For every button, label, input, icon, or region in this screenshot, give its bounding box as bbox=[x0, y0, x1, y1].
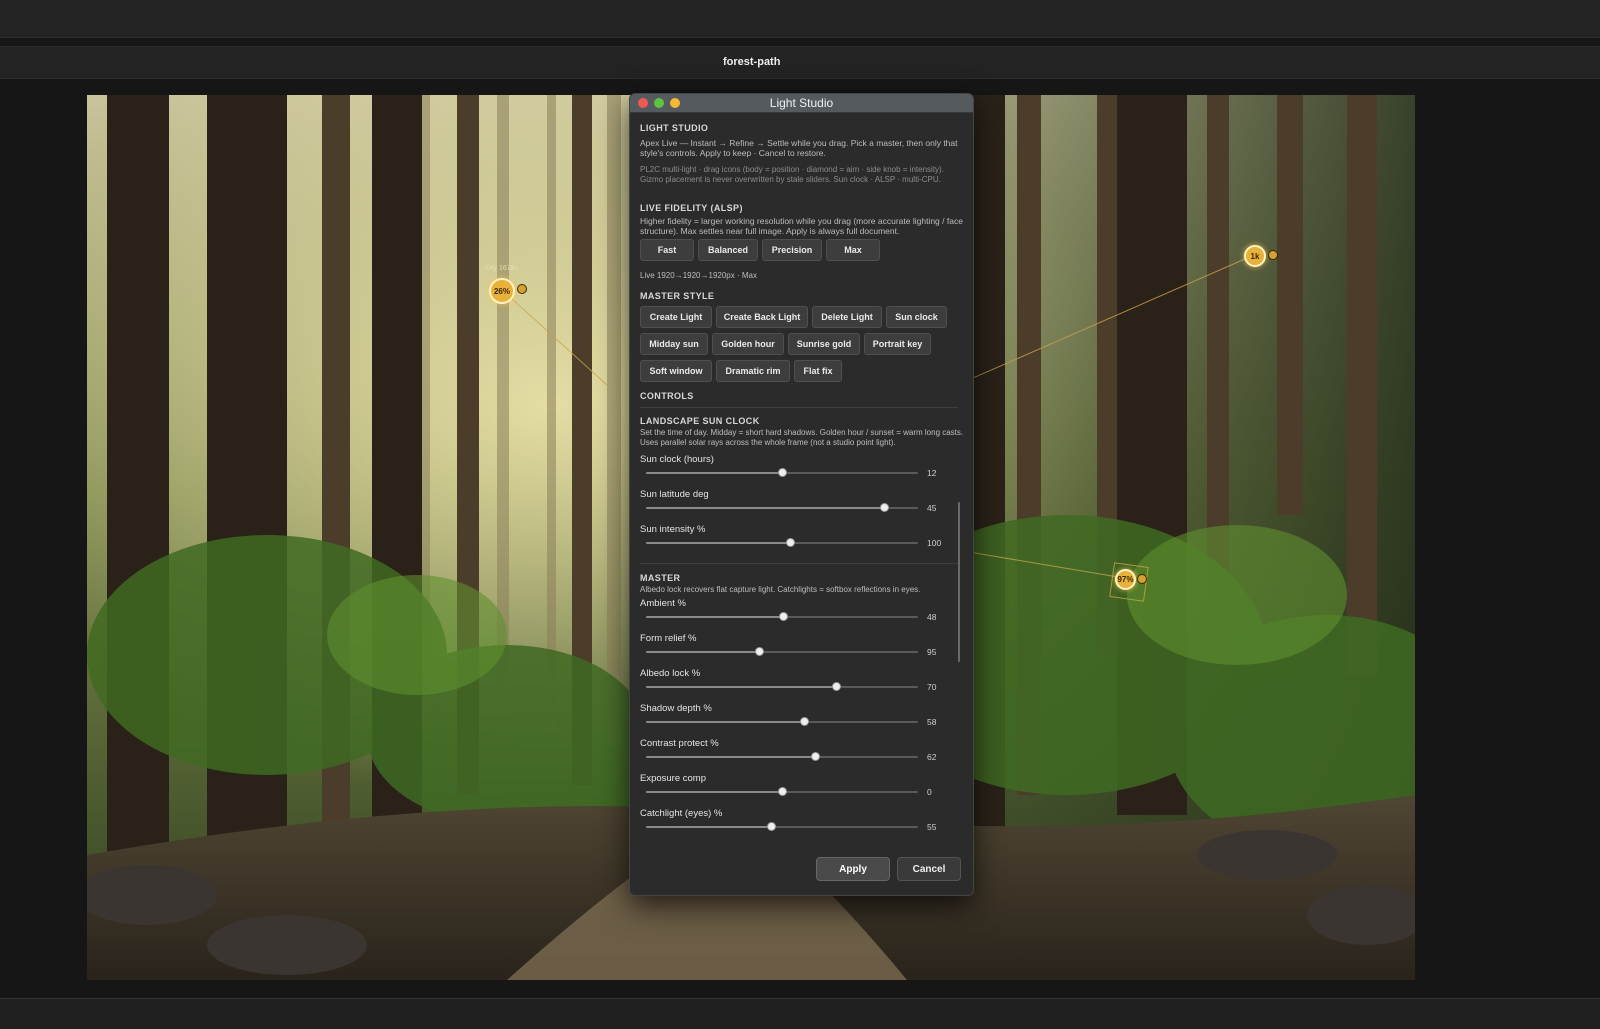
dialog-title: Light Studio bbox=[769, 96, 834, 110]
sun-intensity-slider[interactable] bbox=[646, 538, 918, 547]
fidelity-precision-button[interactable]: Precision bbox=[762, 239, 822, 261]
gizmo-label: Key 1678+ bbox=[485, 265, 519, 272]
slider-thumb[interactable] bbox=[810, 752, 820, 761]
slider-fill bbox=[646, 651, 759, 653]
flat-fix-button[interactable]: Flat fix bbox=[794, 360, 842, 382]
sun-intensity-label: Sun intensity % bbox=[640, 524, 706, 535]
status-bar bbox=[0, 998, 1600, 1029]
slider-thumb[interactable] bbox=[778, 468, 787, 477]
slider-fill bbox=[646, 721, 804, 723]
shadow-depth-value: 58 bbox=[927, 717, 937, 727]
sunrise-gold-button[interactable]: Sunrise gold bbox=[788, 333, 860, 355]
controls-scrollbar[interactable] bbox=[958, 502, 960, 662]
slider-thumb[interactable] bbox=[754, 647, 764, 656]
section-heading: CONTROLS bbox=[640, 391, 694, 401]
sun-clock-value: 12 bbox=[927, 468, 937, 478]
dialog-titlebar[interactable]: Light Studio bbox=[630, 94, 973, 113]
create-light-button[interactable]: Create Light bbox=[640, 306, 712, 328]
intensity-knob[interactable] bbox=[517, 284, 527, 294]
fill-light-gizmo[interactable]: 97% bbox=[1115, 569, 1136, 590]
slider-fill bbox=[646, 616, 784, 618]
sun-clock-button[interactable]: Sun clock bbox=[886, 306, 947, 328]
slider-fill bbox=[646, 686, 837, 688]
key-light-gizmo[interactable]: 26% bbox=[489, 278, 515, 304]
slider-fill bbox=[646, 791, 782, 793]
create-back-light-button[interactable]: Create Back Light bbox=[716, 306, 808, 328]
cancel-button[interactable]: Cancel bbox=[897, 857, 961, 881]
section-heading: LIGHT STUDIO bbox=[640, 123, 709, 133]
albedo-lock-slider[interactable] bbox=[646, 682, 918, 691]
soft-window-button[interactable]: Soft window bbox=[640, 360, 712, 382]
fidelity-max-button[interactable]: Max bbox=[826, 239, 880, 261]
fidelity-fast-button[interactable]: Fast bbox=[640, 239, 694, 261]
sun-latitude-value: 45 bbox=[927, 503, 937, 513]
form-relief-slider[interactable] bbox=[646, 647, 918, 656]
master-text: Albedo lock recovers flat capture light.… bbox=[640, 585, 921, 594]
form-relief-value: 95 bbox=[927, 647, 937, 657]
gizmo-intensity: 1k bbox=[1250, 251, 1260, 261]
section-heading: MASTER bbox=[640, 573, 681, 583]
form-relief-label: Form relief % bbox=[640, 633, 697, 644]
exposure-comp-label: Exposure comp bbox=[640, 773, 707, 784]
gizmo-intensity: 97% bbox=[1117, 575, 1134, 584]
slider-fill bbox=[646, 756, 815, 758]
intro-text: Apex Live — Instant → Refine → Settle wh… bbox=[640, 138, 958, 158]
delete-light-button[interactable]: Delete Light bbox=[812, 306, 882, 328]
slider-fill bbox=[646, 826, 772, 828]
fidelity-status: Live 1920→1920→1920px · Max bbox=[640, 271, 757, 280]
contrast-protect-slider[interactable] bbox=[646, 752, 918, 761]
shadow-depth-label: Shadow depth % bbox=[640, 703, 712, 714]
sun-clock-text: Set the time of day. Midday = short hard… bbox=[640, 428, 964, 447]
sun-clock-label: Sun clock (hours) bbox=[640, 454, 714, 465]
midday-sun-button[interactable]: Midday sun bbox=[640, 333, 708, 355]
catchlight-label: Catchlight (eyes) % bbox=[640, 808, 723, 819]
sun-clock-slider[interactable] bbox=[646, 468, 918, 477]
dramatic-rim-button[interactable]: Dramatic rim bbox=[716, 360, 790, 382]
intensity-knob[interactable] bbox=[1137, 574, 1147, 584]
catchlight-value: 55 bbox=[927, 822, 937, 832]
app-toolbar bbox=[0, 0, 1600, 38]
albedo-lock-label: Albedo lock % bbox=[640, 668, 701, 679]
section-heading: MASTER STYLE bbox=[640, 291, 715, 301]
light-studio-dialog: Light Studio LIGHT STUDIO Apex Live — In… bbox=[629, 93, 974, 896]
slider-thumb[interactable] bbox=[779, 612, 789, 621]
back-light-gizmo[interactable]: 1k bbox=[1244, 245, 1266, 267]
apply-button[interactable]: Apply bbox=[816, 857, 890, 881]
divider bbox=[640, 407, 958, 408]
gizmo-intensity: 26% bbox=[493, 286, 510, 296]
fidelity-balanced-button[interactable]: Balanced bbox=[698, 239, 758, 261]
fidelity-text: Higher fidelity = larger working resolut… bbox=[640, 216, 963, 236]
contrast-protect-value: 62 bbox=[927, 752, 937, 762]
slider-thumb[interactable] bbox=[799, 717, 809, 726]
exposure-comp-value: 0 bbox=[927, 787, 932, 797]
document-title[interactable]: forest-path bbox=[723, 56, 780, 68]
albedo-lock-value: 70 bbox=[927, 682, 937, 692]
divider bbox=[640, 563, 958, 564]
section-heading: LANDSCAPE SUN CLOCK bbox=[640, 416, 760, 426]
sun-intensity-value: 100 bbox=[927, 538, 942, 548]
intro-note: PL2C multi-light · drag icons (body = po… bbox=[640, 165, 944, 184]
slider-thumb[interactable] bbox=[786, 538, 796, 547]
slider-thumb[interactable] bbox=[880, 503, 889, 512]
exposure-comp-slider[interactable] bbox=[646, 787, 918, 796]
contrast-protect-label: Contrast protect % bbox=[640, 738, 719, 749]
catchlight-slider[interactable] bbox=[646, 822, 918, 831]
ambient-value: 48 bbox=[927, 612, 937, 622]
ambient-label: Ambient % bbox=[640, 598, 686, 609]
sun-latitude-label: Sun latitude deg bbox=[640, 489, 709, 500]
ambient-slider[interactable] bbox=[646, 612, 918, 621]
slider-fill bbox=[646, 472, 782, 474]
slider-thumb[interactable] bbox=[832, 682, 842, 691]
shadow-depth-slider[interactable] bbox=[646, 717, 918, 726]
slider-thumb[interactable] bbox=[767, 822, 777, 831]
intensity-knob[interactable] bbox=[1268, 250, 1278, 260]
document-tab-bar: forest-path bbox=[0, 46, 1600, 79]
slider-thumb[interactable] bbox=[778, 787, 787, 796]
slider-fill bbox=[646, 542, 791, 544]
slider-fill bbox=[646, 507, 884, 509]
section-heading: LIVE FIDELITY (ALSP) bbox=[640, 203, 743, 213]
sun-latitude-slider[interactable] bbox=[646, 503, 918, 512]
portrait-key-button[interactable]: Portrait key bbox=[864, 333, 931, 355]
golden-hour-button[interactable]: Golden hour bbox=[712, 333, 784, 355]
